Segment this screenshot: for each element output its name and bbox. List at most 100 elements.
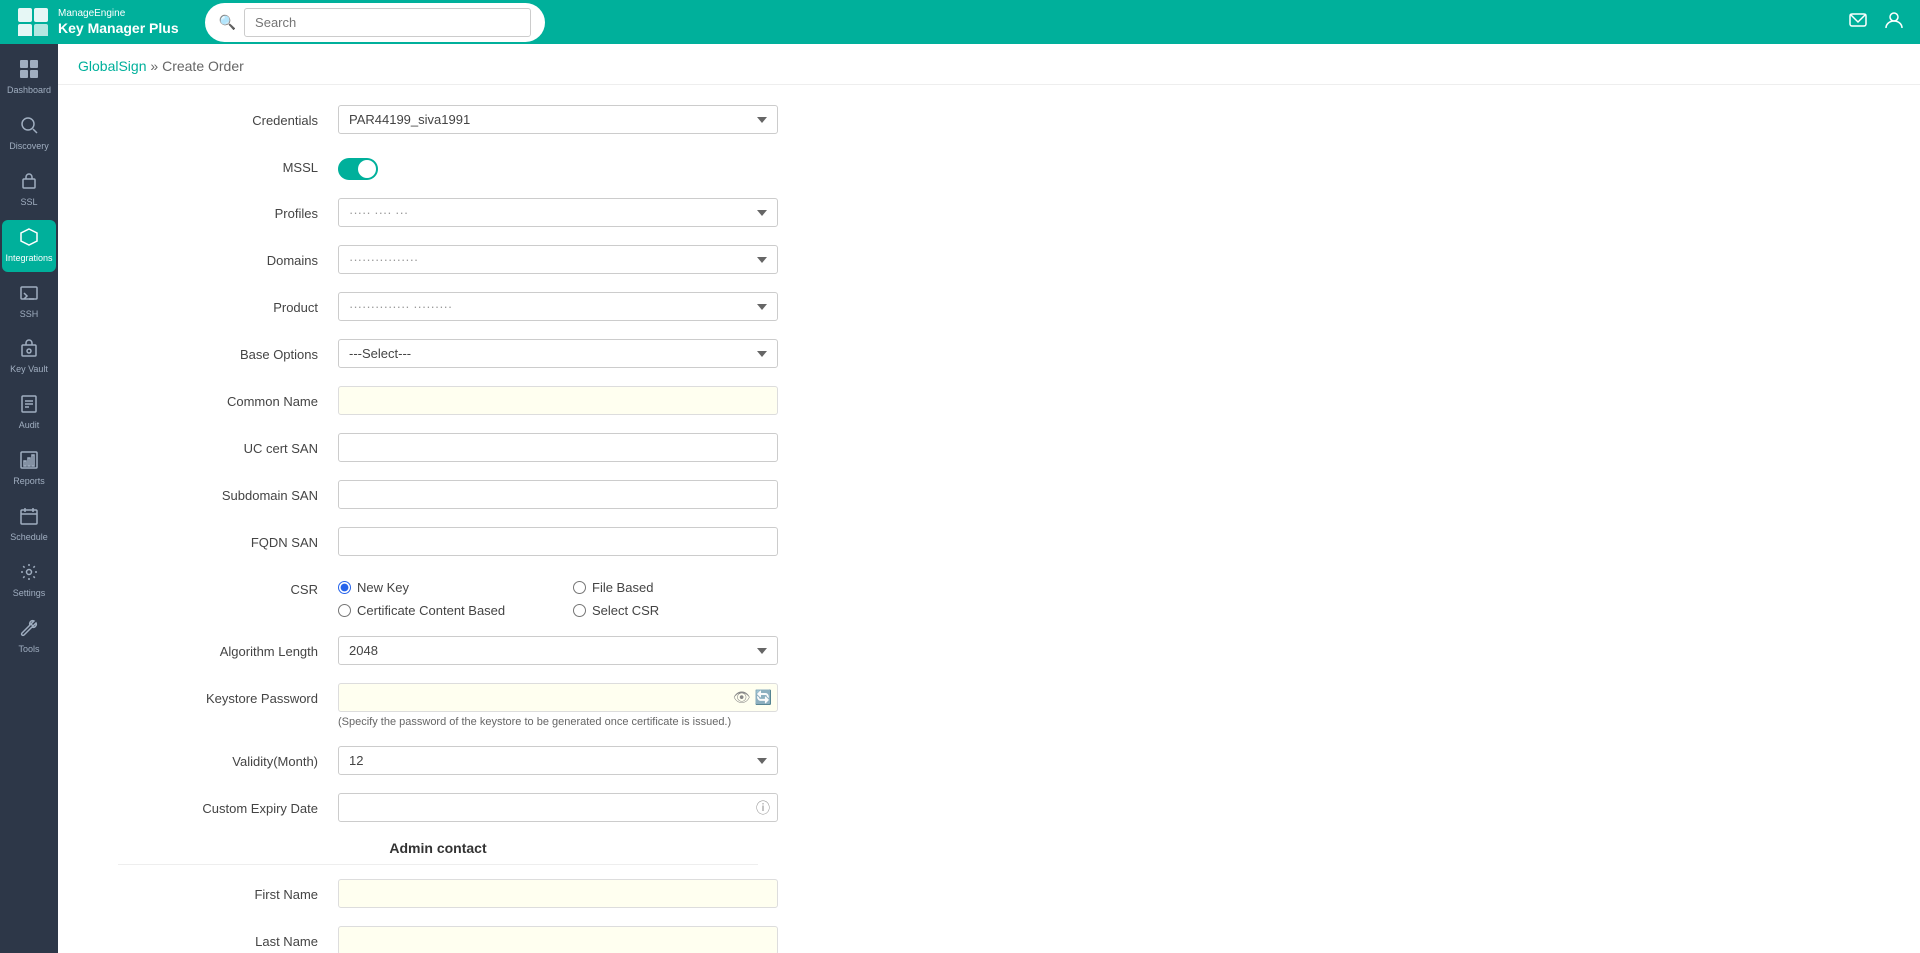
first-name-row: First Name [118, 879, 898, 908]
last-name-input[interactable] [338, 926, 778, 953]
subdomain-san-control [338, 480, 778, 509]
sidebar-item-audit[interactable]: Audit [2, 387, 56, 439]
search-icon: 🔍 [219, 14, 236, 31]
settings-label: Settings [13, 589, 46, 599]
keyvault-icon [20, 339, 38, 362]
password-show-icon[interactable]: 👁 [733, 689, 751, 706]
product-select[interactable]: ·············· ········· [338, 292, 778, 321]
last-name-label: Last Name [118, 926, 318, 949]
csr-file-based-radio[interactable] [573, 581, 586, 594]
csr-new-key-radio[interactable] [338, 581, 351, 594]
common-name-control [338, 386, 778, 415]
brand-logo [16, 8, 52, 36]
csr-select-csr-label: Select CSR [592, 603, 659, 618]
validity-label: Validity(Month) [118, 746, 318, 769]
breadcrumb-parent[interactable]: GlobalSign [78, 58, 147, 74]
sidebar-item-keyvault[interactable]: Key Vault [2, 331, 56, 383]
sidebar-item-dashboard[interactable]: Dashboard [2, 52, 56, 104]
keystore-hint: (Specify the password of the keystore to… [338, 716, 778, 728]
first-name-input[interactable] [338, 879, 778, 908]
search-bar[interactable]: 🔍 [205, 3, 545, 42]
csr-options: New Key File Based Certificate Content B… [338, 574, 778, 618]
sidebar-item-ssh[interactable]: SSH [2, 276, 56, 328]
csr-cert-content-option[interactable]: Certificate Content Based [338, 603, 543, 618]
uc-cert-san-control [338, 433, 778, 462]
reports-icon [20, 451, 38, 474]
custom-expiry-info-icon[interactable]: ⓘ [756, 798, 770, 818]
credentials-row: Credentials PAR44199_siva1991 [118, 105, 898, 134]
uc-cert-san-input[interactable] [338, 433, 778, 462]
last-name-row: Last Name [118, 926, 898, 953]
search-input[interactable] [244, 8, 531, 37]
discovery-icon [20, 116, 38, 139]
password-wrap: 👁 🔄 [338, 683, 778, 712]
csr-file-based-label: File Based [592, 580, 653, 595]
integrations-label: Integrations [5, 254, 52, 264]
create-order-form: Credentials PAR44199_siva1991 MSSL Profi… [58, 85, 958, 953]
csr-new-key-option[interactable]: New Key [338, 580, 543, 595]
sidebar-item-reports[interactable]: Reports [2, 443, 56, 495]
validity-select[interactable]: 12 [338, 746, 778, 775]
csr-cert-content-radio[interactable] [338, 604, 351, 617]
ssl-label: SSL [20, 198, 37, 208]
custom-expiry-input[interactable] [338, 793, 778, 822]
keyvault-label: Key Vault [10, 365, 48, 375]
mssl-control [338, 152, 778, 180]
schedule-label: Schedule [10, 533, 48, 543]
algorithm-length-select[interactable]: 2048 [338, 636, 778, 665]
brand: ManageEngine Key Manager Plus [16, 8, 179, 37]
subdomain-san-input[interactable] [338, 480, 778, 509]
base-options-select[interactable]: ---Select--- [338, 339, 778, 368]
uc-cert-san-label: UC cert SAN [118, 433, 318, 456]
user-icon[interactable] [1884, 10, 1904, 35]
validity-control: 12 [338, 746, 778, 775]
keystore-password-input[interactable] [338, 683, 778, 712]
fqdn-san-input[interactable] [338, 527, 778, 556]
credentials-control: PAR44199_siva1991 [338, 105, 778, 134]
base-options-control: ---Select--- [338, 339, 778, 368]
domains-select[interactable]: ················ [338, 245, 778, 274]
ssh-icon [20, 284, 38, 307]
common-name-input[interactable] [338, 386, 778, 415]
password-generate-icon[interactable]: 🔄 [755, 689, 772, 706]
product-control: ·············· ········· [338, 292, 778, 321]
brand-text: ManageEngine Key Manager Plus [58, 8, 179, 37]
sidebar-item-discovery[interactable]: Discovery [2, 108, 56, 160]
csr-select-csr-radio[interactable] [573, 604, 586, 617]
base-options-label: Base Options [118, 339, 318, 362]
brand-bottom-line: Key Manager Plus [58, 20, 179, 37]
credentials-label: Credentials [118, 105, 318, 128]
sidebar-item-tools[interactable]: Tools [2, 611, 56, 663]
profiles-select[interactable]: ····· ···· ··· [338, 198, 778, 227]
audit-icon [20, 395, 38, 418]
dashboard-label: Dashboard [7, 86, 51, 96]
tools-label: Tools [18, 645, 39, 655]
profiles-label: Profiles [118, 198, 318, 221]
tools-icon [20, 619, 38, 642]
breadcrumb-current: Create Order [162, 58, 244, 74]
first-name-label: First Name [118, 879, 318, 902]
sidebar-item-settings[interactable]: Settings [2, 555, 56, 607]
custom-expiry-wrap: ⓘ [338, 793, 778, 822]
custom-expiry-label: Custom Expiry Date [118, 793, 318, 816]
custom-expiry-control: ⓘ [338, 793, 778, 822]
domains-label: Domains [118, 245, 318, 268]
topbar-actions [1848, 10, 1904, 35]
subdomain-san-label: Subdomain SAN [118, 480, 318, 503]
sidebar-item-schedule[interactable]: Schedule [2, 499, 56, 551]
csr-file-based-option[interactable]: File Based [573, 580, 778, 595]
sidebar-item-integrations[interactable]: Integrations [2, 220, 56, 272]
notification-icon[interactable] [1848, 10, 1868, 35]
custom-expiry-row: Custom Expiry Date ⓘ [118, 793, 898, 822]
mssl-toggle[interactable] [338, 158, 378, 180]
ssl-icon [20, 172, 38, 195]
credentials-select[interactable]: PAR44199_siva1991 [338, 105, 778, 134]
fqdn-san-control [338, 527, 778, 556]
domains-control: ················ [338, 245, 778, 274]
profiles-control: ····· ···· ··· [338, 198, 778, 227]
subdomain-san-row: Subdomain SAN [118, 480, 898, 509]
sidebar-item-ssl[interactable]: SSL [2, 164, 56, 216]
csr-select-csr-option[interactable]: Select CSR [573, 603, 778, 618]
fqdn-san-row: FQDN SAN [118, 527, 898, 556]
keystore-password-label: Keystore Password [118, 683, 318, 706]
